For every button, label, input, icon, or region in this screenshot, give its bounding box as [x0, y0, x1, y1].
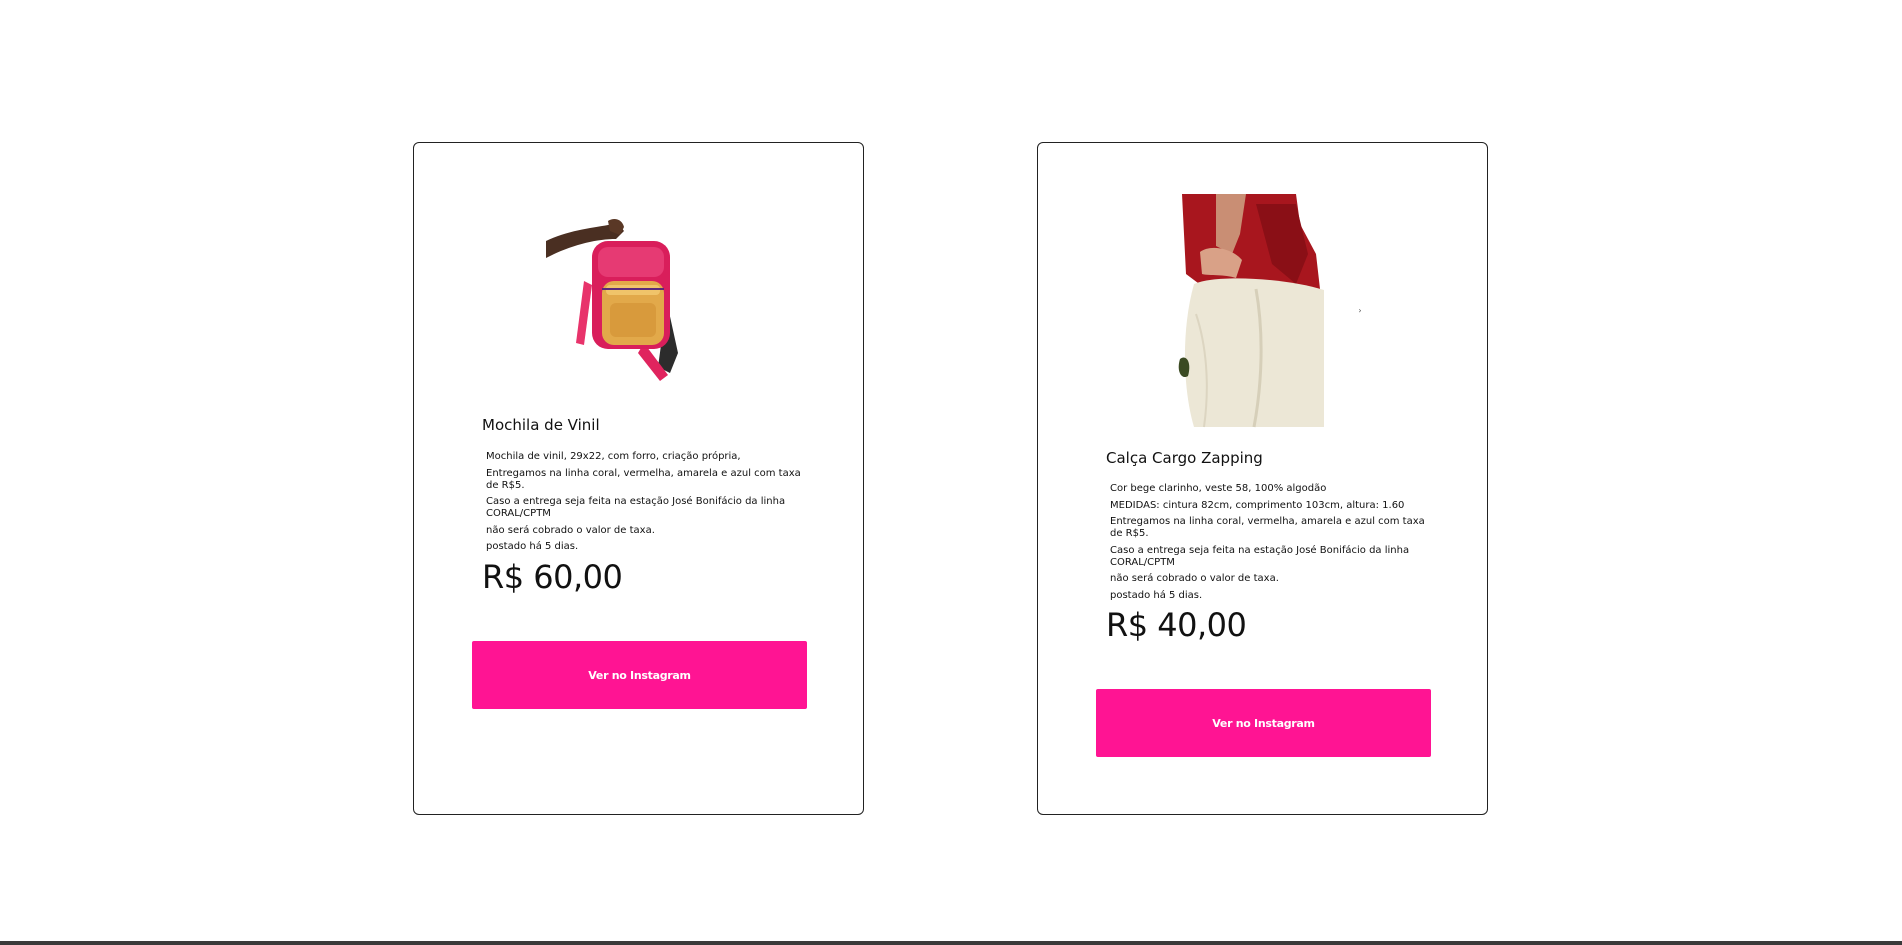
pants-image — [1178, 194, 1324, 428]
description-line: Caso a entrega seja feita na estação Jos… — [1110, 544, 1410, 568]
description-line: Cor bege clarinho, veste 58, 100% algodã… — [1110, 483, 1327, 494]
product-description: Mochila de vinil, 29x22, com forro, cria… — [486, 451, 801, 558]
product-price: R$ 60,00 — [482, 558, 623, 596]
backpack-image — [546, 219, 678, 381]
description-line: postado há 5 dias. — [486, 541, 579, 552]
product-description: Cor bege clarinho, veste 58, 100% algodã… — [1110, 483, 1425, 606]
product-price: R$ 40,00 — [1106, 606, 1247, 644]
description-line: Entregamos na linha coral, vermelha, ama… — [1110, 516, 1425, 539]
product-card: Mochila de Vinil Mochila de vinil, 29x22… — [413, 142, 864, 815]
carousel-next-icon[interactable]: › — [1355, 306, 1365, 316]
description-line: MEDIDAS: cintura 82cm, comprimento 103cm… — [1110, 499, 1405, 511]
product-title: Mochila de Vinil — [482, 416, 600, 434]
description-line: Entregamos na linha coral, vermelha, ama… — [486, 467, 801, 491]
view-on-instagram-button[interactable]: Ver no Instagram — [1096, 689, 1431, 757]
product-title: Calça Cargo Zapping — [1106, 449, 1263, 467]
description-line: não será cobrado o valor de taxa. — [486, 524, 655, 536]
view-on-instagram-button[interactable]: Ver no Instagram — [472, 641, 807, 709]
description-line: postado há 5 dias. — [1110, 589, 1203, 601]
footer-divider — [0, 941, 1902, 945]
description-line: Mochila de vinil, 29x22, com forro, cria… — [486, 451, 741, 462]
description-line: Caso a entrega seja feita na estação Jos… — [486, 496, 786, 519]
product-card: › Calça Cargo Zapping Cor bege clarinho,… — [1037, 142, 1488, 815]
description-line: não será cobrado o valor de taxa. — [1110, 573, 1279, 584]
